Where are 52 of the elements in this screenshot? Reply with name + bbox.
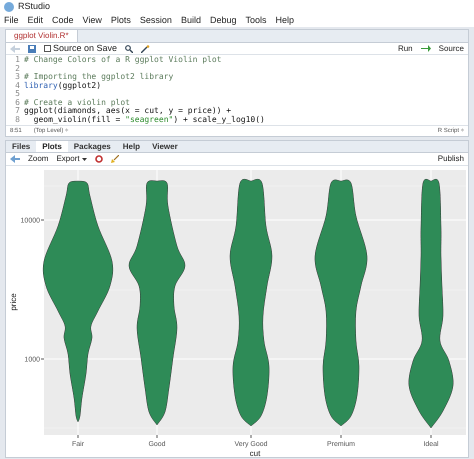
line-number: 8 [14,116,21,124]
remove-plot-icon[interactable] [94,155,103,163]
source-on-save-label: Source on Save [53,42,118,55]
source-on-save-checkbox[interactable] [44,45,51,52]
menu-item[interactable]: Help [276,14,294,28]
pane-tab[interactable]: Plots [36,141,68,152]
window-title: RStudio [18,0,50,14]
code-comment: # Change Colors of a R ggplot Violin plot [24,56,222,64]
code-text: "seagreen" [125,116,174,124]
code-comment: # Importing the ggplot2 library [24,73,174,82]
line-number: 7 [14,107,21,116]
search-icon[interactable] [125,44,134,52]
app-logo-icon [4,2,14,12]
source-button[interactable]: Source [438,42,464,54]
menu-item[interactable]: Plots [110,14,131,28]
code-text: library [24,82,58,90]
y-axis-title: price [9,293,18,311]
pane-tab[interactable]: Files [6,141,36,152]
pane-tab[interactable]: Viewer [146,141,184,152]
line-number: 3 [14,73,21,82]
menu-item[interactable]: Tools [246,14,267,28]
export-button[interactable]: Export [56,153,87,165]
menu-item[interactable]: Build [180,14,201,28]
rerun-icon[interactable] [420,45,431,52]
wand-icon[interactable] [141,44,150,52]
code-text: (ggplot2) [58,82,102,90]
code-text: ggplot(diamonds, aes(x = cut, y = price)) + [24,107,232,116]
menu-item[interactable]: Session [140,14,172,28]
menu-item[interactable]: File [4,14,19,28]
menu-item[interactable]: View [82,14,102,28]
line-number: 6 [14,98,21,107]
line-number: 4 [14,82,21,90]
editor-tab[interactable]: ggplot Violin.R* [6,30,78,42]
menu-item[interactable]: Code [52,14,74,28]
pane-tab[interactable]: Help [116,141,146,152]
line-number: 2 [14,64,21,73]
code-text: geom_violin(fill = [34,116,122,124]
pane-tab[interactable]: Packages [68,141,117,152]
code-text: ) + scale_y_log10() [173,116,265,124]
menu-item[interactable]: Debug [210,14,236,28]
line-number: 5 [14,90,21,98]
x-axis-title: cut [250,449,260,458]
caret-icon [82,158,87,160]
line-number: 1 [14,56,21,64]
menu-item[interactable]: Edit [28,14,44,28]
zoom-button[interactable]: Zoom [28,153,48,165]
publish-button[interactable]: Publish [438,153,464,165]
back-arrow-icon[interactable] [10,155,20,163]
run-button[interactable]: Run [398,42,413,54]
code-comment: # Create a violin plot [24,98,130,107]
broom-icon[interactable] [110,155,119,163]
save-icon[interactable] [28,44,36,52]
